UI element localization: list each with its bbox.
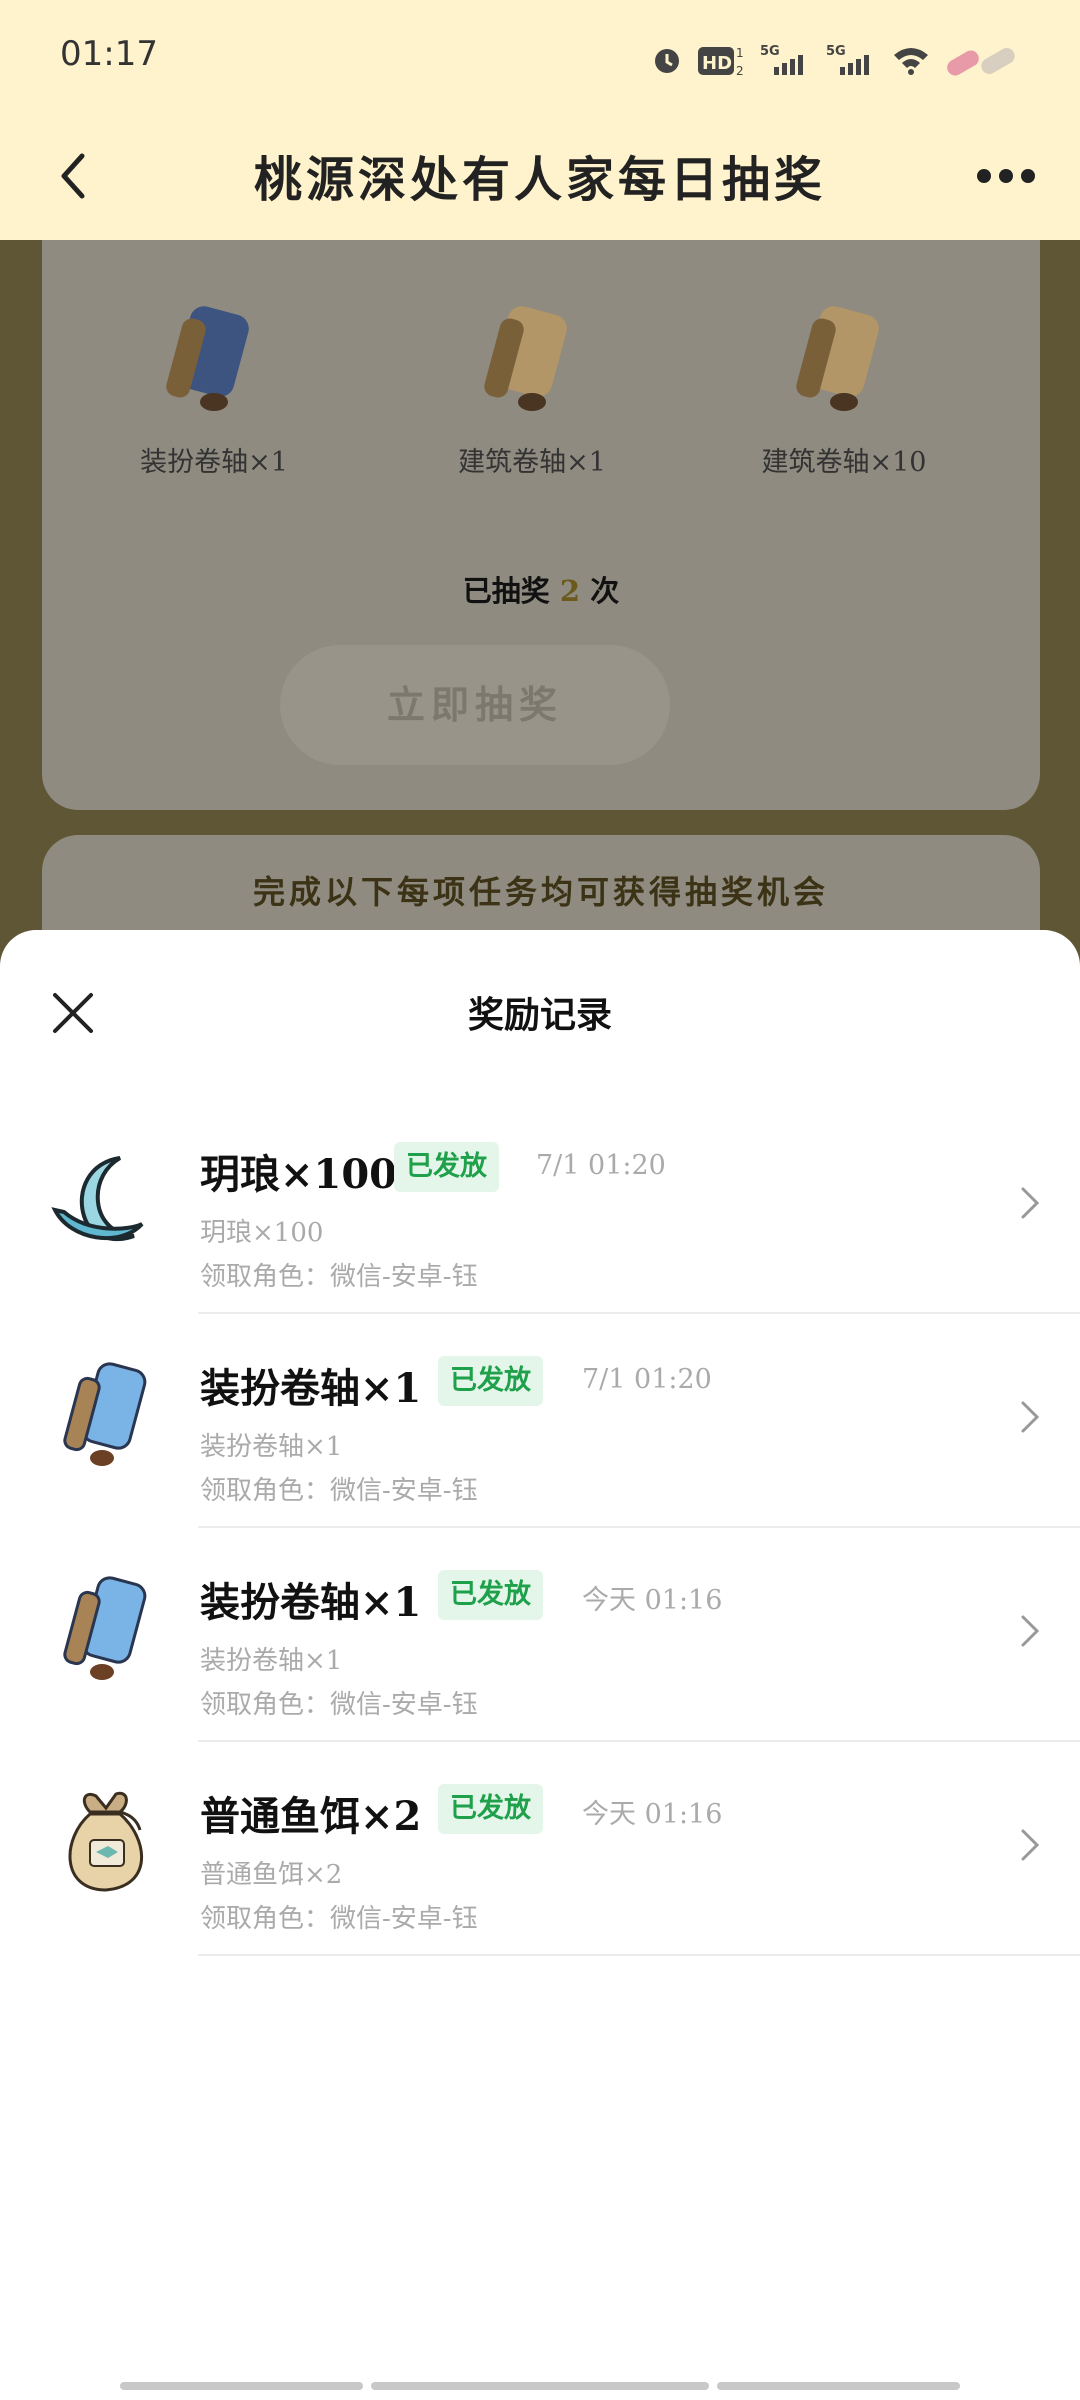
- blue-scroll-icon: [166, 306, 249, 411]
- prize-cell: 装扮卷轴×1: [64, 240, 364, 530]
- chevron-right-icon: [1021, 1615, 1040, 1647]
- alarm-icon: [655, 49, 679, 73]
- record-subtitle: 装扮卷轴×1: [200, 1646, 343, 1676]
- status-time: 01:17: [60, 34, 158, 74]
- record-subtitle: 普通鱼饵×2: [200, 1860, 343, 1890]
- notification-icon: [947, 48, 1015, 76]
- draw-count-suffix: 次: [590, 574, 620, 608]
- signal-5g-icon: 5G: [760, 44, 803, 75]
- chevron-right-icon: [1021, 1187, 1040, 1219]
- home-indicator-segment: [717, 2382, 961, 2390]
- svg-text:HD: HD: [702, 53, 732, 74]
- home-indicator-segment: [370, 2382, 710, 2390]
- home-indicator-segment: [120, 2382, 363, 2390]
- sheet-title: 奖励记录: [467, 994, 612, 1036]
- hd-icon: HD 1 2: [698, 46, 744, 77]
- record-row[interactable]: 装扮卷轴×1 已发放 7/1 01:20 装扮卷轴×1 领取角色：微信-安卓-钰: [0, 1314, 1080, 1528]
- lottery-card: 装扮卷轴×1 建筑卷轴×1 建筑卷轴×10 已抽奖 2 次 立即抽奖: [42, 240, 1040, 810]
- bait-bag-icon: [68, 1791, 143, 1892]
- draw-now-button[interactable]: 立即抽奖: [280, 645, 670, 765]
- draw-count: 已抽奖 2 次: [42, 568, 1040, 610]
- divider: [198, 1954, 1080, 1956]
- record-role: 领取角色：微信-安卓-钰: [200, 1690, 478, 1720]
- record-time: 今天 01:16: [582, 1799, 723, 1830]
- record-row[interactable]: 玥琅×100 已发放 7/1 01:20 玥琅×100 领取角色：微信-安卓-钰: [0, 1100, 1080, 1314]
- record-title: 玥琅×100: [200, 1151, 398, 1198]
- record-subtitle: 装扮卷轴×1: [200, 1432, 343, 1462]
- chevron-right-icon: [1021, 1829, 1040, 1861]
- record-row[interactable]: 普通鱼饵×2 已发放 今天 01:16 普通鱼饵×2 领取角色：微信-安卓-钰: [0, 1742, 1080, 1956]
- svg-text:2: 2: [736, 64, 744, 77]
- wifi-icon: [894, 48, 928, 75]
- nav-bar: 桃源深处有人家每日抽奖: [0, 112, 1080, 240]
- draw-count-prefix: 已抽奖: [462, 574, 550, 608]
- record-subtitle: 玥琅×100: [200, 1218, 324, 1248]
- page-title: 桃源深处有人家每日抽奖: [253, 152, 826, 208]
- reward-records-sheet: 奖励记录 玥琅×100 已发放 7/1 01:20 玥琅×100 领取角色：微信…: [0, 930, 1080, 2400]
- signal-5g-icon: 5G: [826, 44, 869, 75]
- prize-label: 装扮卷轴×1: [140, 447, 288, 478]
- svg-text:1: 1: [736, 46, 744, 60]
- draw-count-value: 2: [559, 574, 581, 608]
- record-time: 7/1 01:20: [582, 1364, 712, 1395]
- status-badge: 已发放: [438, 1570, 543, 1620]
- app-screen: 01:17 HD 1 2 5G 5G 桃源深处有人家每日抽奖 装扮卷轴×1 建筑…: [0, 0, 1080, 2400]
- prize-label: 建筑卷轴×10: [761, 447, 927, 478]
- record-row[interactable]: 装扮卷轴×1 已发放 今天 01:16 装扮卷轴×1 领取角色：微信-安卓-钰: [0, 1528, 1080, 1742]
- status-badge: 已发放: [438, 1784, 543, 1834]
- record-title: 普通鱼饵×2: [200, 1793, 422, 1840]
- record-role: 领取角色：微信-安卓-钰: [200, 1904, 478, 1934]
- record-list: 玥琅×100 已发放 7/1 01:20 玥琅×100 领取角色：微信-安卓-钰…: [0, 1100, 1080, 1956]
- record-time: 今天 01:16: [582, 1585, 723, 1616]
- record-role: 领取角色：微信-安卓-钰: [200, 1262, 478, 1292]
- task-title: 完成以下每项任务均可获得抽奖机会: [252, 873, 829, 911]
- blue-scroll-icon: [63, 1576, 147, 1680]
- status-bar: 01:17 HD 1 2 5G 5G: [0, 0, 1080, 112]
- orange-scroll-icon: [796, 306, 879, 411]
- status-icons: HD 1 2 5G 5G: [650, 40, 1020, 80]
- svg-text:5G: 5G: [760, 44, 780, 59]
- status-badge: 已发放: [394, 1142, 499, 1192]
- prize-cell: 建筑卷轴×1: [382, 240, 682, 530]
- chevron-right-icon: [1021, 1401, 1040, 1433]
- record-role: 领取角色：微信-安卓-钰: [200, 1476, 478, 1506]
- home-indicator[interactable]: [120, 2382, 961, 2390]
- prize-cell: 建筑卷轴×10: [694, 240, 994, 530]
- record-title: 装扮卷轴×1: [200, 1365, 422, 1412]
- status-badge: 已发放: [438, 1356, 543, 1406]
- svg-text:5G: 5G: [826, 44, 846, 59]
- more-dots-icon[interactable]: [972, 152, 1040, 200]
- moon-icon: [51, 1156, 144, 1242]
- record-title: 装扮卷轴×1: [200, 1579, 422, 1626]
- orange-scroll-icon: [484, 306, 567, 411]
- blue-scroll-icon: [63, 1362, 147, 1466]
- record-time: 7/1 01:20: [536, 1150, 666, 1181]
- prize-label: 建筑卷轴×1: [458, 447, 606, 478]
